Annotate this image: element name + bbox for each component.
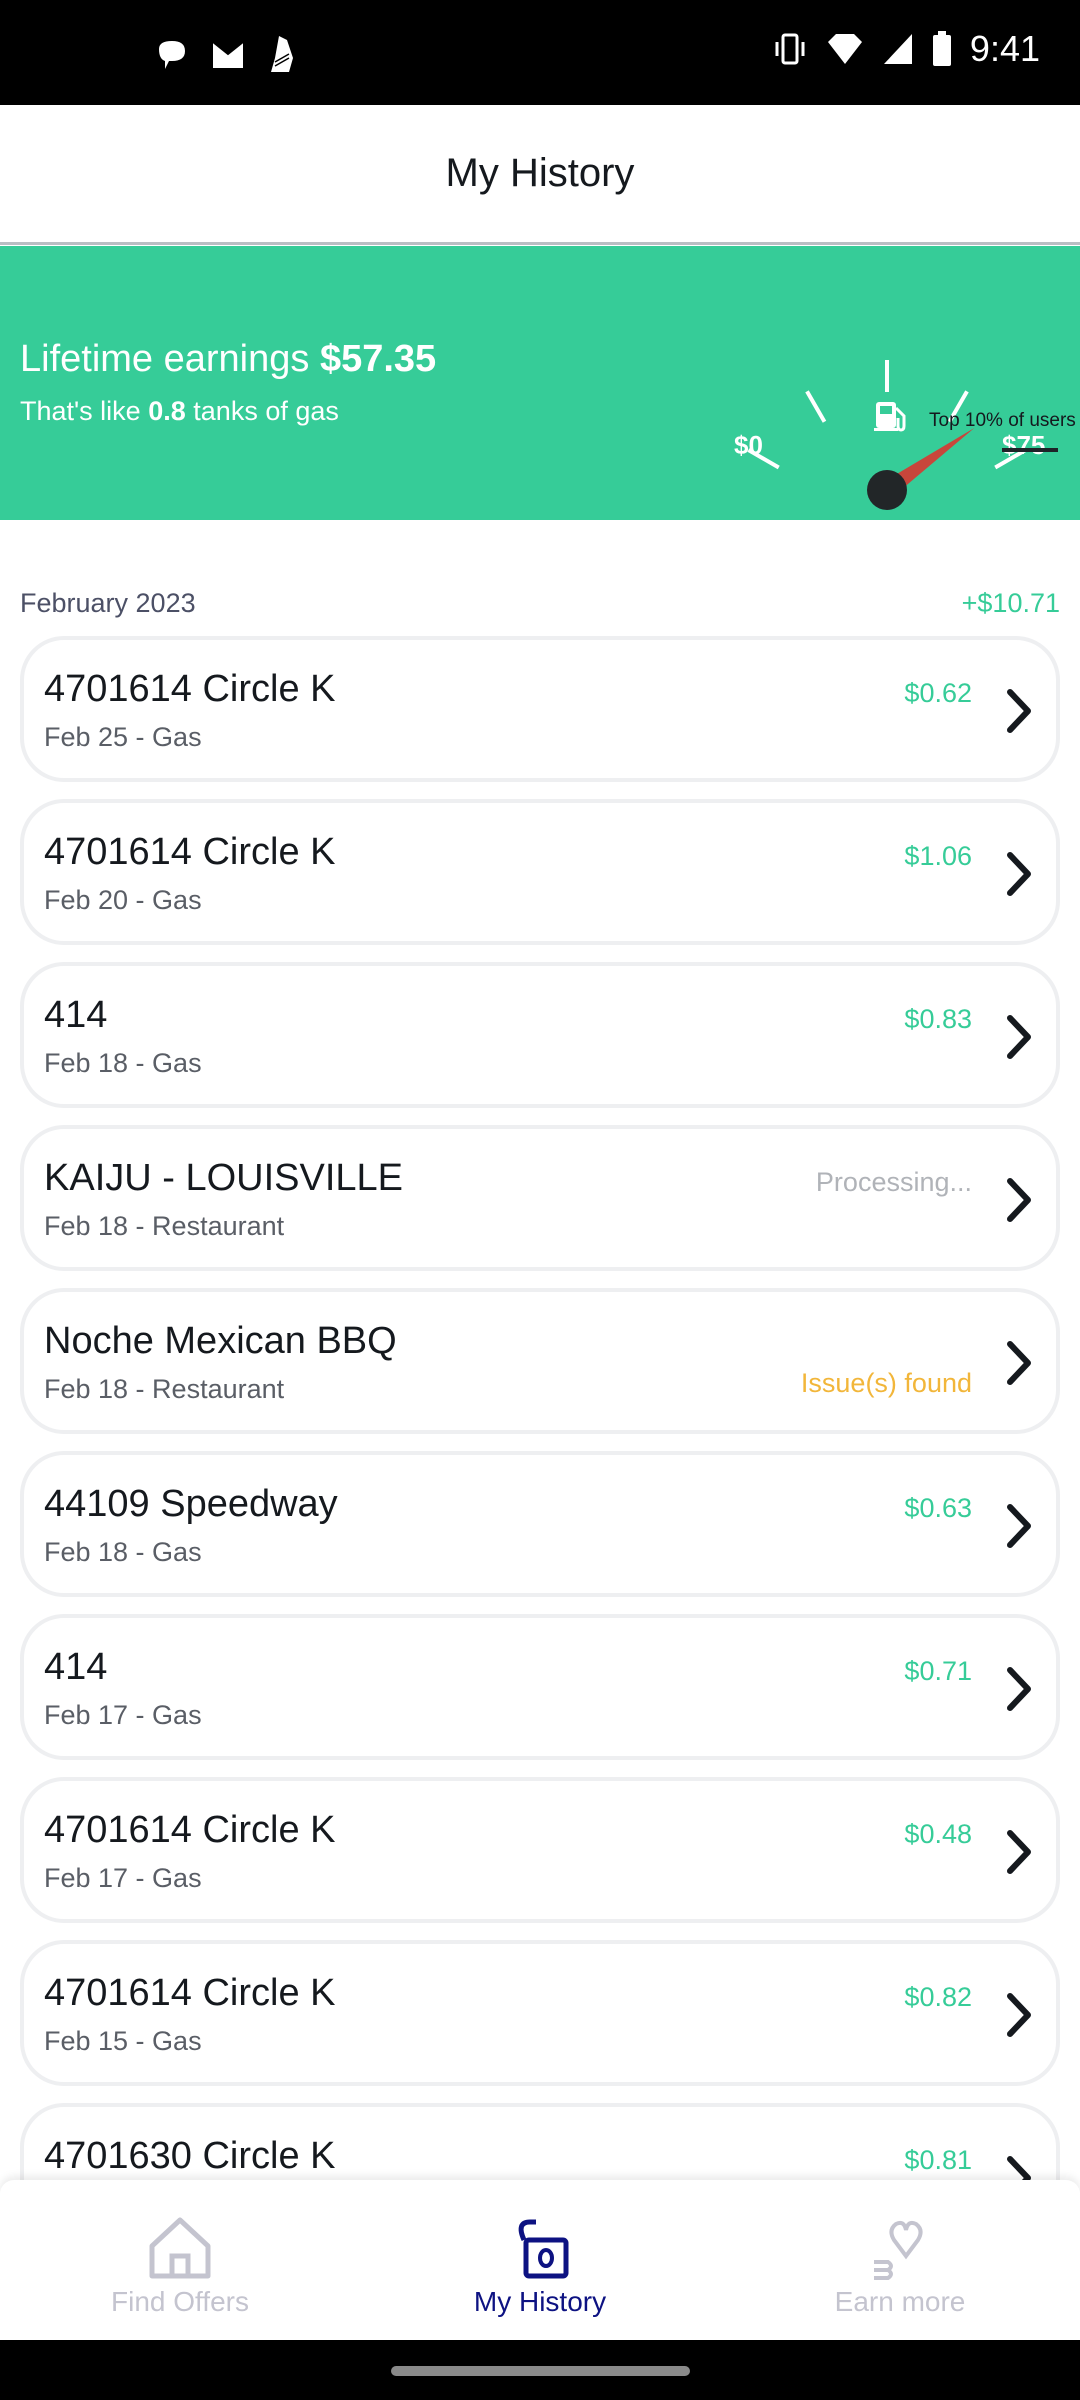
transaction-card[interactable]: Noche Mexican BBQ Feb 18 - Restaurant Issu… [20, 1288, 1060, 1434]
transaction-card[interactable]: 414 Feb 18 - Gas $0.83 [20, 962, 1060, 1108]
nav-find-offers[interactable]: Find Offers [60, 2216, 300, 2318]
bottom-navigation: Find Offers My History Earn more [0, 2180, 1080, 2340]
month-label: February 2023 [20, 588, 196, 618]
tanks-value: 0.8 [148, 396, 186, 426]
subline-suffix: tanks of gas [193, 396, 339, 426]
transaction-meta: Feb 18 - Restaurant [44, 1374, 285, 1404]
transaction-meta: Feb 17 - Gas [44, 1700, 202, 1730]
lifetime-earnings-label: Lifetime earnings [20, 338, 310, 380]
transaction-status: $0.71 [904, 1656, 972, 1686]
chat-bubble-icon [159, 41, 185, 69]
merchant-name: 4701614 Circle K [44, 1809, 336, 1851]
wallet-history-icon [518, 2219, 569, 2279]
transaction-status: $1.06 [904, 841, 972, 871]
battery-icon [932, 31, 951, 66]
chevron-right-icon [1007, 1341, 1031, 1385]
lifetime-earnings-amount: $57.35 [319, 338, 437, 380]
cell-signal-icon [883, 34, 912, 64]
transaction-status: $0.48 [904, 1819, 972, 1849]
transaction-meta: Feb 18 - Gas [44, 1537, 202, 1567]
nav-earn-more[interactable]: Earn more [780, 2216, 1020, 2318]
status-bar: 9:41 [0, 0, 1080, 105]
clock: 9:41 [969, 28, 1040, 69]
transaction-meta: Feb 18 - Gas [44, 1048, 202, 1078]
transaction-meta: Feb 18 - Restaurant [44, 1211, 285, 1241]
transaction-status: Processing... [815, 1167, 972, 1197]
fuel-pump-icon [874, 402, 906, 432]
transaction-meta: Feb 15 - Gas [44, 2026, 202, 2056]
chevron-right-icon [1007, 1830, 1031, 1874]
tanks-of-gas: That's like 0.8 tanks of gas [20, 396, 339, 427]
shoe-icon [271, 36, 293, 72]
system-gesture-area [0, 2340, 1080, 2400]
gauge-needle-hub [867, 470, 907, 510]
transaction-card[interactable]: KAIJU - LOUISVILLE Feb 18 - Restaurant Pro… [20, 1125, 1060, 1271]
gauge-max-label: $75 [1002, 430, 1046, 460]
transaction-card[interactable]: 4701614 Circle K Feb 20 - Gas $1.06 [20, 799, 1060, 945]
transaction-meta: Feb 20 - Gas [44, 885, 202, 915]
nav-my-history[interactable]: My History [420, 2216, 660, 2318]
gmail-icon [212, 41, 244, 68]
earnings-gauge: $0 $75 Top 10% of users [700, 280, 1080, 520]
home-icon [149, 2217, 211, 2279]
chevron-right-icon [1007, 1667, 1031, 1711]
merchant-name: 4701614 Circle K [44, 831, 336, 873]
merchant-name: 414 [44, 994, 108, 1036]
merchant-name: 414 [44, 1646, 108, 1688]
transaction-status: $0.83 [904, 1004, 972, 1034]
transaction-status: $0.62 [904, 678, 972, 708]
transaction-meta: Feb 25 - Gas [44, 722, 202, 752]
nav-label: Earn more [834, 2286, 966, 2317]
page-title: My History [445, 151, 635, 195]
merchant-name: 44109 Speedway [44, 1483, 338, 1525]
month-total: +$10.71 [961, 588, 1060, 618]
chevron-right-icon [1007, 1993, 1031, 2037]
chevron-right-icon [1007, 1015, 1031, 1059]
transaction-card[interactable]: 4701614 Circle K Feb 15 - Gas $0.82 [20, 1940, 1060, 2086]
month-section-header: February 2023 +$10.71 [20, 588, 1060, 619]
transaction-meta: Feb 17 - Gas [44, 1863, 202, 1893]
home-gesture-handle[interactable] [391, 2366, 690, 2376]
transaction-card[interactable]: 44109 Speedway Feb 18 - Gas $0.63 [20, 1451, 1060, 1597]
gauge-min-label: $0 [734, 430, 763, 460]
transaction-status: $0.82 [904, 1982, 972, 2012]
transaction-status: Issue(s) found [800, 1368, 972, 1398]
app-header: My History [0, 105, 1080, 245]
nav-label: Find Offers [111, 2286, 249, 2317]
merchant-name: 4701630 Circle K [44, 2135, 336, 2177]
transaction-card[interactable]: 4701614 Circle K Feb 17 - Gas $0.48 [20, 1777, 1060, 1923]
transaction-list: 4701614 Circle K Feb 25 - Gas $0.62 4701614… [20, 636, 1060, 2266]
earnings-banner: Lifetime earnings $57.35 That's like 0.8… [0, 246, 1080, 520]
merchant-name: Noche Mexican BBQ [44, 1320, 397, 1362]
chevron-right-icon [1007, 1504, 1031, 1548]
wifi-icon [827, 34, 862, 64]
nav-label: My History [473, 2286, 607, 2317]
transaction-card[interactable]: 414 Feb 17 - Gas $0.71 [20, 1614, 1060, 1760]
transaction-status: $0.81 [904, 2145, 972, 2175]
subline-prefix: That's like [20, 396, 141, 426]
lifetime-earnings: Lifetime earnings $57.35 [20, 338, 436, 381]
gauge-max-strike [1002, 448, 1058, 452]
chevron-right-icon [1007, 689, 1031, 733]
chevron-right-icon [1007, 1178, 1031, 1222]
gauge-caption: Top 10% of users [929, 410, 1076, 431]
merchant-name: KAIJU - LOUISVILLE [44, 1157, 404, 1199]
transaction-card[interactable]: 4701614 Circle K Feb 25 - Gas $0.62 [20, 636, 1060, 782]
chevron-right-icon [1007, 852, 1031, 896]
gauge-graphic [747, 360, 1027, 510]
gauge-tick [805, 390, 827, 423]
merchant-name: 4701614 Circle K [44, 668, 336, 710]
transaction-status: $0.63 [904, 1493, 972, 1523]
merchant-name: 4701614 Circle K [44, 1972, 336, 2014]
vibrate-icon [775, 33, 805, 65]
heart-hand-icon [874, 2220, 923, 2280]
